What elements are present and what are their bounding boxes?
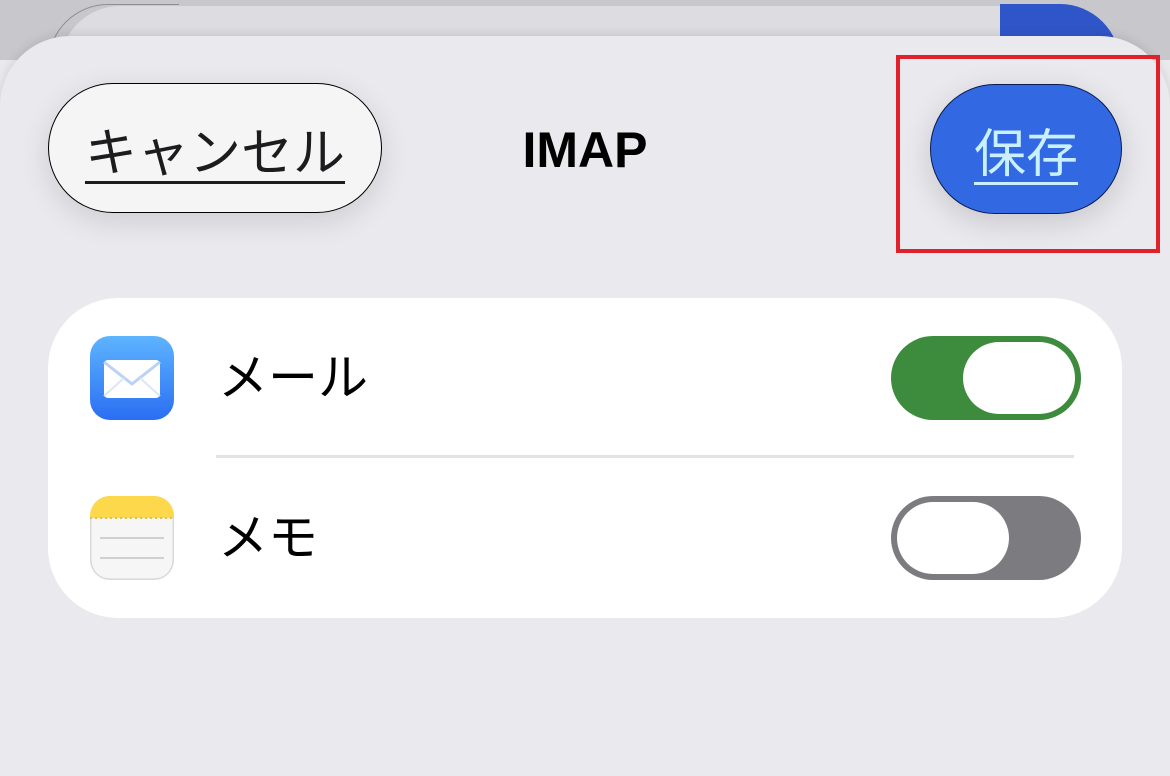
mail-icon bbox=[90, 336, 174, 420]
notes-toggle[interactable] bbox=[891, 496, 1081, 580]
list-item-label: メモ bbox=[218, 509, 318, 567]
toggle-knob bbox=[963, 342, 1075, 414]
list-item-mail: メール bbox=[48, 298, 1122, 458]
toggle-knob bbox=[897, 502, 1009, 574]
notes-icon bbox=[90, 496, 174, 580]
cancel-button-label: キャンセル bbox=[84, 123, 345, 184]
list-item-notes: メモ bbox=[48, 458, 1122, 618]
cancel-button[interactable]: キャンセル bbox=[48, 83, 382, 213]
settings-list: メール メモ bbox=[48, 298, 1122, 618]
page-title: IMAP bbox=[522, 122, 648, 178]
mail-toggle[interactable] bbox=[891, 336, 1081, 420]
list-item-label: メール bbox=[218, 349, 368, 407]
highlight-box bbox=[896, 55, 1160, 253]
